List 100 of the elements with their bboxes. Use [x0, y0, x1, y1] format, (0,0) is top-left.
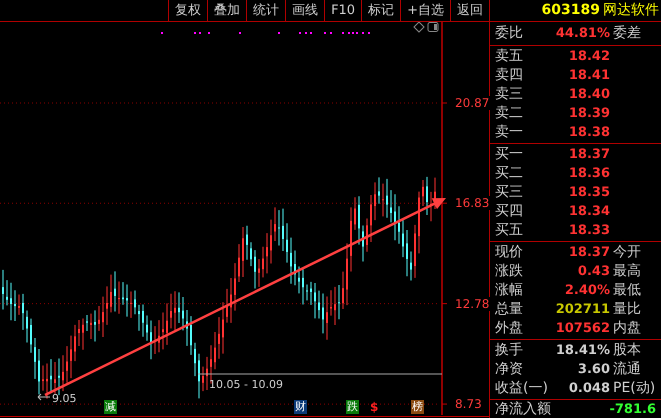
row-label: 委比 — [495, 24, 524, 43]
candlestick — [402, 218, 404, 258]
candlestick — [298, 266, 300, 294]
diamond-icon[interactable] — [413, 22, 425, 33]
event-badge: 财 — [294, 400, 307, 414]
row-label: 委差 — [613, 24, 641, 43]
candlestick — [282, 208, 284, 252]
toolbar-button[interactable]: F10 — [324, 0, 362, 22]
row-value: 18.33 — [568, 222, 611, 240]
event-badge: 减 — [104, 400, 117, 414]
candlestick — [374, 182, 376, 221]
candlestick — [378, 176, 380, 204]
row-label: 外盘 — [495, 319, 524, 338]
candlestick — [318, 290, 320, 319]
event-badge: 榜 — [411, 400, 424, 414]
candlestick — [110, 274, 112, 313]
candlestick — [410, 250, 412, 281]
row-label: 内盘 — [613, 319, 641, 338]
candlestick — [290, 237, 292, 284]
candlestick — [6, 280, 8, 306]
candlestick — [406, 230, 408, 277]
candlestick — [38, 348, 40, 395]
candlestick — [102, 296, 104, 338]
row-label: 量比 — [613, 300, 641, 319]
candlestick — [134, 290, 136, 315]
candlestick — [58, 358, 60, 396]
row-label: 卖三 — [495, 85, 524, 104]
candlestick — [418, 191, 420, 254]
event-badge: 跌 — [346, 400, 359, 414]
candlestick — [258, 258, 260, 288]
candlestick — [226, 288, 228, 324]
row-value: 0.048 — [568, 380, 611, 398]
panel-toggle-icon[interactable] — [428, 22, 438, 32]
axis-label: 16.83 — [454, 196, 490, 210]
low-label: 9.05 — [52, 392, 76, 405]
candlestick — [322, 293, 324, 334]
candlestick — [342, 271, 344, 310]
row-label: 收益(一) — [495, 379, 547, 398]
candlestick — [426, 176, 428, 216]
row-value: 18.41% — [554, 342, 611, 360]
range-label: 10.05 - 10.09 — [209, 378, 283, 391]
row-label: 净资 — [495, 360, 524, 379]
row-label: PE(动) — [613, 379, 656, 398]
candlestick — [414, 224, 416, 278]
candlestick — [146, 314, 148, 342]
toolbar-button[interactable]: 复权 — [168, 0, 208, 22]
candlestick — [2, 269, 4, 310]
toolbar-button[interactable]: 标记 — [361, 0, 400, 22]
row-label: 净流入额 — [495, 400, 551, 418]
row-label: 股本 — [613, 341, 641, 360]
candlestick — [394, 194, 396, 241]
row-label: 买三 — [495, 183, 524, 202]
candlestick — [234, 262, 236, 312]
candlestick — [70, 335, 72, 379]
row-label: 卖四 — [495, 66, 524, 85]
stock-name: 网达软件 — [603, 1, 659, 20]
candlestick — [138, 304, 140, 332]
row-value: 18.40 — [568, 86, 611, 104]
row-label: 买二 — [495, 164, 524, 183]
candlestick — [274, 206, 276, 242]
candlestick — [286, 222, 288, 264]
candlestick — [174, 290, 176, 331]
candlestick — [386, 178, 388, 218]
toolbar-button[interactable]: 叠加 — [207, 0, 246, 22]
candlestick — [326, 296, 328, 340]
candlestick — [210, 344, 212, 384]
candlestick — [114, 270, 116, 312]
toolbar-button[interactable]: 画线 — [285, 0, 324, 22]
candlestick — [302, 268, 304, 306]
toolbar-button[interactable]: +自选 — [400, 0, 450, 22]
candlestick — [222, 302, 224, 354]
candlestick — [206, 356, 208, 390]
candlestick — [122, 282, 124, 306]
row-label: 买五 — [495, 221, 524, 240]
row-value: 18.42 — [568, 48, 611, 66]
row-value: -781.6 — [609, 401, 656, 418]
candlestick — [262, 246, 264, 278]
candlestick — [358, 196, 360, 246]
toolbar-button[interactable]: 返回 — [450, 0, 489, 22]
candlestick — [266, 232, 268, 274]
candlestick — [14, 290, 16, 322]
candlestick — [390, 190, 392, 223]
row-value: 2.40% — [564, 282, 611, 300]
axis-label: 8.73 — [454, 397, 483, 412]
candlestick — [338, 284, 340, 320]
candlestick — [94, 310, 96, 342]
candlestick — [62, 354, 64, 392]
candlestick — [42, 365, 44, 392]
candlestick — [194, 342, 196, 377]
candlestick — [354, 196, 356, 230]
toolbar-button[interactable]: 统计 — [246, 0, 286, 22]
row-label: 最低 — [613, 281, 641, 300]
row-label: 涨幅 — [495, 281, 524, 300]
candlestick — [370, 194, 372, 243]
row-value: 18.37 — [568, 146, 611, 164]
candlestick — [74, 324, 76, 362]
left-arrow-icon — [38, 394, 50, 400]
axis-label: 12.78 — [454, 296, 490, 311]
candlestick — [230, 277, 232, 324]
candlestick — [306, 284, 308, 301]
